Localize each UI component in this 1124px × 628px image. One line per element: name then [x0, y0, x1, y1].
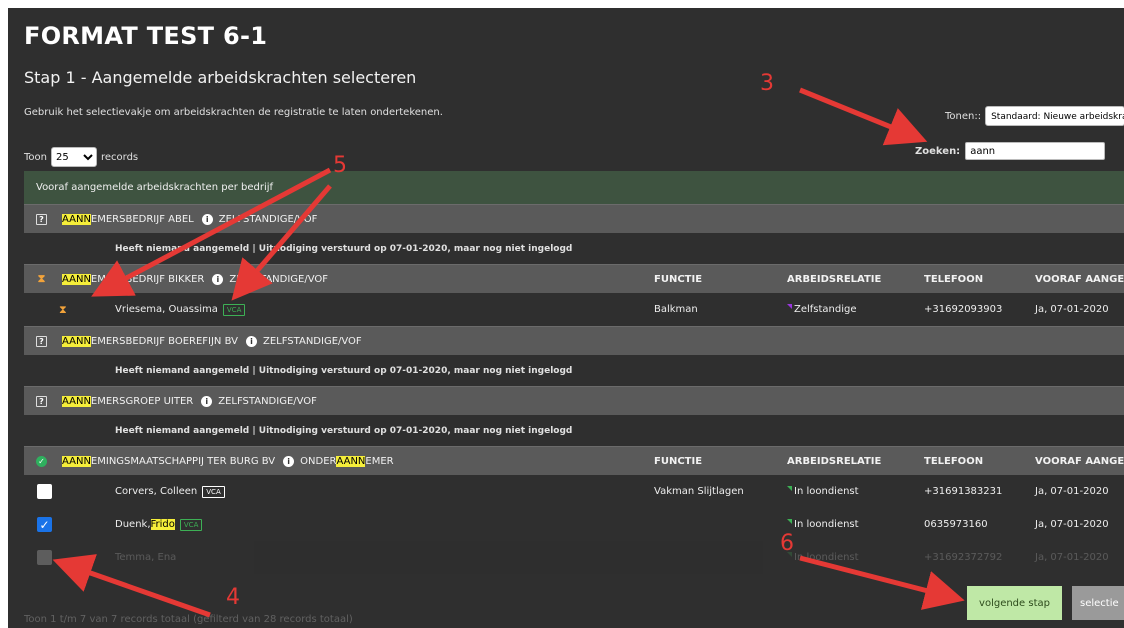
company-name: AANN EMERSBEDRIJF ABEL i ZELFSTANDIGE/VOF: [62, 213, 318, 225]
records-per-page: Toon 25 records: [24, 147, 138, 167]
relatie-cell: In loondienst: [787, 552, 859, 563]
search-input[interactable]: [965, 142, 1106, 160]
info-text: Heeft niemand aangemeld | Uitnodiging ve…: [115, 365, 573, 376]
info-text: Heeft niemand aangemeld | Uitnodiging ve…: [115, 425, 573, 436]
help-text: Gebruik het selectievakje om arbeidskrac…: [24, 107, 443, 118]
info-icon[interactable]: i: [201, 213, 213, 225]
select-checkbox[interactable]: [37, 550, 52, 565]
company-name: AANN EMERSBEDRIJF BIKKER i ZELFSTANDIGE/VO…: [62, 273, 329, 285]
selection-button[interactable]: selectie: [1072, 586, 1124, 620]
zoeken-label: Zoeken:: [915, 145, 961, 157]
info-icon[interactable]: i: [201, 395, 213, 407]
relatie-cell: In loondienst: [787, 519, 859, 530]
person-name: Temma, Ena: [115, 552, 177, 563]
table-header: Vooraf aangemelde arbeidskrachten per be…: [24, 171, 1124, 204]
app-window: FORMAT TEST 6-1 Stap 1 - Aangemelde arbe…: [8, 8, 1124, 628]
vca-badge: VCA: [222, 303, 246, 316]
person-row[interactable]: ⧗ Vriesema, Ouassima VCA Balkman Zelfsta…: [24, 293, 1124, 326]
vooraf-cell: Ja, 07-01-2020: [1035, 486, 1109, 497]
records-label: records: [100, 151, 139, 163]
tonen-filter: Tonen:: Standaard: Nieuwe arbeidskra: [945, 106, 1124, 126]
company-row[interactable]: ? AANN EMERSGROEP UITER i ZELFSTANDIGE/VOF: [24, 386, 1124, 415]
info-row: Heeft niemand aangemeld | Uitnodiging ve…: [24, 355, 1124, 386]
toon-label: Toon: [24, 151, 47, 163]
col-functie: FUNCTIE: [654, 273, 703, 285]
col-arbeidsrelatie: ARBEIDSRELATIE: [787, 273, 882, 285]
person-row[interactable]: ✓ Duenk, Frido VCA In loondienst 0635973…: [24, 508, 1124, 541]
person-row[interactable]: Corvers, Colleen VCA Vakman Slijtlagen I…: [24, 475, 1124, 508]
check-circle-icon: ✓: [36, 455, 47, 467]
col-vooraf: VOORAF AANGEMELD: [1035, 455, 1124, 467]
vca-badge: VCA: [202, 485, 225, 498]
info-icon[interactable]: i: [245, 335, 257, 347]
next-step-button[interactable]: volgende stap: [967, 586, 1062, 620]
telefoon-cell: 0635973160: [924, 519, 988, 530]
search-area: Zoeken:: [915, 142, 1106, 160]
col-functie: FUNCTIE: [654, 455, 703, 467]
col-arbeidsrelatie: ARBEIDSRELATIE: [787, 455, 882, 467]
select-checkbox[interactable]: [37, 484, 52, 499]
info-text: Heeft niemand aangemeld | Uitnodiging ve…: [115, 243, 573, 254]
page-title: FORMAT TEST 6-1: [24, 22, 268, 50]
question-icon: ?: [36, 395, 47, 407]
person-name: Corvers, Colleen VCA: [115, 485, 225, 498]
step-title: Stap 1 - Aangemelde arbeidskrachten sele…: [24, 68, 417, 87]
info-icon[interactable]: i: [283, 455, 295, 467]
person-row[interactable]: Temma, Ena In loondienst +31692372792 Ja…: [24, 541, 1124, 574]
hourglass-icon: ⧗: [37, 272, 46, 285]
triangle-icon: [787, 486, 792, 491]
info-row: Heeft niemand aangemeld | Uitnodiging ve…: [24, 415, 1124, 446]
functie-cell: Balkman: [654, 304, 698, 315]
info-row: Heeft niemand aangemeld | Uitnodiging ve…: [24, 233, 1124, 264]
company-row[interactable]: ⧗ AANN EMERSBEDRIJF BIKKER i ZELFSTANDIGE/…: [24, 264, 1124, 293]
vooraf-cell: Ja, 07-01-2020: [1035, 304, 1109, 315]
company-row[interactable]: ✓ AANN EMINGSMAATSCHAPPIJ TER BURG BV i ON…: [24, 446, 1124, 475]
company-row[interactable]: ? AANN EMERSBEDRIJF BOEREFIJN BV i ZELFSTA…: [24, 326, 1124, 355]
person-name: Vriesema, Ouassima VCA: [115, 303, 246, 316]
tonen-select[interactable]: Standaard: Nieuwe arbeidskra: [985, 106, 1124, 126]
tonen-label: Tonen::: [945, 110, 982, 122]
company-name: AANN EMERSGROEP UITER i ZELFSTANDIGE/VOF: [62, 395, 317, 407]
functie-cell: Vakman Slijtlagen: [654, 486, 744, 497]
relatie-cell: In loondienst: [787, 486, 859, 497]
hourglass-icon: ⧗: [59, 302, 67, 316]
question-icon: ?: [36, 335, 47, 347]
telefoon-cell: +31692093903: [924, 304, 1003, 315]
company-name: AANN EMERSBEDRIJF BOEREFIJN BV i ZELFSTAND…: [62, 335, 362, 347]
vooraf-cell: Ja, 07-01-2020: [1035, 552, 1109, 563]
records-select[interactable]: 25: [50, 147, 97, 167]
vca-badge: VCA: [179, 518, 203, 531]
vooraf-cell: Ja, 07-01-2020: [1035, 519, 1109, 530]
col-telefoon: TELEFOON: [924, 273, 984, 285]
triangle-icon: [787, 519, 792, 524]
question-icon: ?: [36, 213, 47, 225]
col-vooraf: VOORAF AANGEMELD: [1035, 273, 1124, 285]
workers-table: Vooraf aangemelde arbeidskrachten per be…: [24, 171, 1124, 574]
triangle-icon: [787, 552, 792, 557]
table-header-label: Vooraf aangemelde arbeidskrachten per be…: [36, 182, 274, 193]
relatie-cell: Zelfstandige: [787, 304, 857, 315]
person-name: Duenk, Frido VCA: [115, 518, 203, 531]
telefoon-cell: +31692372792: [924, 552, 1003, 563]
company-name: AANN EMINGSMAATSCHAPPIJ TER BURG BV i ONDE…: [62, 455, 394, 467]
triangle-icon: [787, 304, 792, 309]
telefoon-cell: +31691383231: [924, 486, 1003, 497]
company-row[interactable]: ? AANN EMERSBEDRIJF ABEL i ZELFSTANDIGE/VO…: [24, 204, 1124, 233]
select-checkbox-checked[interactable]: ✓: [37, 517, 52, 532]
col-telefoon: TELEFOON: [924, 455, 984, 467]
info-icon[interactable]: i: [212, 273, 224, 285]
table-footer: Toon 1 t/m 7 van 7 records totaal (gefil…: [24, 614, 353, 625]
